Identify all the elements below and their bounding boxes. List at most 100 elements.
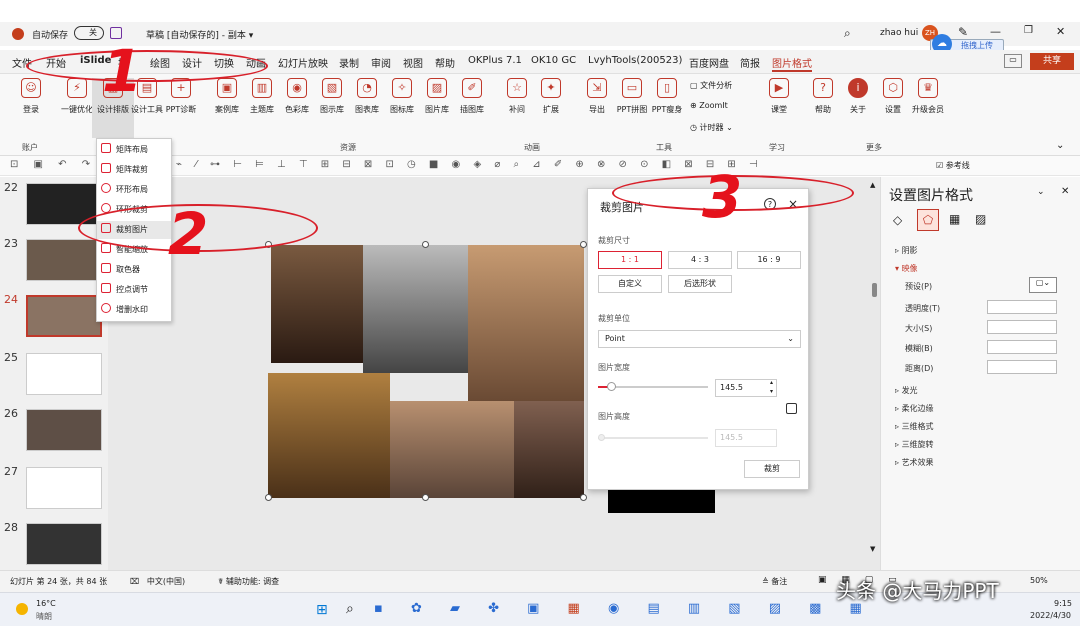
selection-handle[interactable] xyxy=(265,494,272,501)
photo-woman-3[interactable] xyxy=(514,401,584,498)
restore-button[interactable]: ❐ xyxy=(1024,25,1033,36)
illustration-library-button[interactable]: ✐ 插图库 xyxy=(451,78,493,115)
tab-view[interactable]: 视图 xyxy=(403,55,423,70)
preset-dropdown[interactable]: ▢⌄ xyxy=(1029,277,1057,293)
classroom-button[interactable]: ▶ 课堂 xyxy=(758,78,800,115)
notes-button[interactable]: ≜ 备注 xyxy=(762,576,787,587)
slide-thumb[interactable] xyxy=(26,409,102,451)
minimize-button[interactable]: — xyxy=(990,25,1001,38)
tab-lvyhtools[interactable]: LvyhTools(200523) xyxy=(588,55,682,66)
canvas-scrollbar[interactable] xyxy=(872,283,877,297)
photo-lion[interactable] xyxy=(268,373,390,498)
photo-man-2[interactable] xyxy=(363,245,468,373)
upgrade-button[interactable]: ♛ 升级会员 xyxy=(907,78,949,115)
pen-icon[interactable]: ✎ xyxy=(958,25,968,39)
selection-handle[interactable] xyxy=(422,241,429,248)
width-input[interactable]: 145.5 ▴ ▾ xyxy=(715,379,777,397)
picture-tab-icon[interactable]: ▨ xyxy=(975,212,986,226)
size-input[interactable] xyxy=(987,320,1057,334)
start-icon[interactable]: ⊞ xyxy=(316,602,328,618)
selection-handle[interactable] xyxy=(422,494,429,501)
toolbar-icons-mid[interactable]: ⌁ ⁄ ⊶ ⊢ ⊨ ⊥ ⊤ ⊞ ⊟ ⊠ ⊡ ◷ ■ ◉ ◈ ⌀ ⌕ ⊿ ✐ ⊕ … xyxy=(176,159,763,170)
lock-icon[interactable] xyxy=(786,403,797,414)
menu-handle-adjust[interactable]: 控点调节 xyxy=(101,281,148,299)
weather-temp[interactable]: 16°C xyxy=(36,599,56,608)
selection-handle[interactable] xyxy=(580,241,587,248)
taskbar-apps[interactable]: ▪ ✿ ▰ ✤ ▣ ▦ ◉ ▤ ▥ ▧ ▨ ▩ ▦ xyxy=(374,601,874,616)
slide-thumb[interactable] xyxy=(26,467,102,509)
canvas-scroll-up-icon[interactable]: ▲ xyxy=(870,181,875,189)
tab-jianbao[interactable]: 简报 xyxy=(740,55,760,70)
transparency-input[interactable] xyxy=(987,300,1057,314)
tab-ok10[interactable]: OK10 GC xyxy=(531,55,576,66)
zoom-level[interactable]: 50% xyxy=(1030,576,1048,585)
photo-woman-1[interactable] xyxy=(468,245,584,401)
section-glow[interactable]: ▹ 发光 xyxy=(895,385,918,396)
section-3d-rotation[interactable]: ▹ 三维旋转 xyxy=(895,439,934,450)
slide-thumb[interactable] xyxy=(26,523,102,565)
tab-review[interactable]: 审阅 xyxy=(371,55,391,70)
section-3d-format[interactable]: ▹ 三维格式 xyxy=(895,421,934,432)
menu-matrix-crop[interactable]: 矩阵裁剪 xyxy=(101,161,148,179)
clock-time[interactable]: 9:15 xyxy=(1054,599,1072,608)
photo-man-1[interactable] xyxy=(271,245,363,363)
pane-options-icon[interactable]: ⌄ xyxy=(1037,187,1045,197)
size-tab-icon[interactable]: ▦ xyxy=(949,212,960,226)
share-button[interactable]: 共享 xyxy=(1030,53,1074,70)
close-window-button[interactable]: ✕ xyxy=(1056,25,1065,38)
tab-slideshow[interactable]: 幻灯片放映 xyxy=(278,55,328,70)
width-slider-thumb[interactable] xyxy=(607,382,616,391)
custom-button[interactable]: 自定义 xyxy=(598,275,662,293)
toolbar-icons-left[interactable]: ⊡ ▣ ↶ ↷ xyxy=(10,159,96,170)
login-button[interactable]: ☺ 登录 xyxy=(10,78,52,115)
size-label: 大小(S) xyxy=(905,324,933,333)
section-shadow[interactable]: ▹ 阴影 xyxy=(895,245,918,256)
canvas-scroll-down-icon[interactable]: ▼ xyxy=(870,545,875,553)
tab-baidu[interactable]: 百度网盘 xyxy=(689,55,729,70)
menu-matrix-layout[interactable]: 矩阵布局 xyxy=(101,141,148,159)
selection-handle[interactable] xyxy=(580,494,587,501)
fill-line-tab-icon[interactable]: ◇ xyxy=(893,213,902,227)
collapse-ribbon-icon[interactable]: ⌄ xyxy=(1056,140,1064,151)
pane-close-icon[interactable]: ✕ xyxy=(1061,186,1069,197)
effects-tab-icon[interactable]: ⬠ xyxy=(917,209,939,231)
ratio-1-1-button[interactable]: 1 : 1 xyxy=(598,251,662,269)
zoomit-button[interactable]: ⊕ ZoomIt xyxy=(690,101,728,110)
tab-help[interactable]: 帮助 xyxy=(435,55,455,70)
section-soft-edges[interactable]: ▹ 柔化边缘 xyxy=(895,403,934,414)
photo-woman-2[interactable] xyxy=(390,401,514,498)
comments-icon[interactable]: ▭ xyxy=(1004,54,1022,68)
blur-input[interactable] xyxy=(987,340,1057,354)
ppt-slim-button[interactable]: ▯ PPT瘦身 xyxy=(646,78,688,115)
slide-thumb[interactable] xyxy=(26,353,102,395)
menu-ring-layout[interactable]: 环形布局 xyxy=(101,181,148,199)
doc-title[interactable]: 草稿 [自动保存的] - 副本 ▾ xyxy=(146,28,253,41)
timer-button[interactable]: ◷ 计时器 ⌄ xyxy=(690,122,733,133)
distance-input[interactable] xyxy=(987,360,1057,374)
accessibility-status[interactable]: ☤ 辅助功能: 调查 xyxy=(218,576,279,587)
ref-line-toggle[interactable]: ☑ 参考线 xyxy=(936,160,970,171)
apply-crop-button[interactable]: 裁剪 xyxy=(744,460,800,478)
file-analysis-button[interactable]: ▢ 文件分析 xyxy=(690,80,732,91)
menu-watermark[interactable]: 增删水印 xyxy=(101,301,148,319)
width-slider[interactable] xyxy=(598,382,708,391)
ratio-16-9-button[interactable]: 16 : 9 xyxy=(737,251,801,269)
post-shape-button[interactable]: 后选形状 xyxy=(668,275,732,293)
slide-thumb[interactable] xyxy=(26,239,102,281)
taskbar-search-icon[interactable]: ⌕ xyxy=(346,601,354,617)
language-status[interactable]: ⌧ 中文(中国) xyxy=(130,576,185,587)
diagnose-button[interactable]: + PPT诊断 xyxy=(160,78,202,115)
autosave-toggle[interactable]: 关 xyxy=(74,26,104,40)
clock-date[interactable]: 2022/4/30 xyxy=(1030,611,1071,620)
slide-thumb-active[interactable] xyxy=(26,295,102,337)
menu-eyedropper[interactable]: 取色器 xyxy=(101,261,140,279)
crop-unit-select[interactable]: Point ⌄ xyxy=(598,330,801,348)
section-reflection[interactable]: ▾ 映像 xyxy=(895,263,918,274)
extend-button[interactable]: ✦ 扩展 xyxy=(530,78,572,115)
tab-okplus[interactable]: OKPlus 7.1 xyxy=(468,55,522,66)
search-icon[interactable]: ⌕ xyxy=(844,26,851,41)
ratio-4-3-button[interactable]: 4 : 3 xyxy=(668,251,732,269)
tab-record[interactable]: 录制 xyxy=(339,55,359,70)
tab-picture-format[interactable]: 图片格式 xyxy=(772,55,812,72)
section-artistic-effects[interactable]: ▹ 艺术效果 xyxy=(895,457,934,468)
